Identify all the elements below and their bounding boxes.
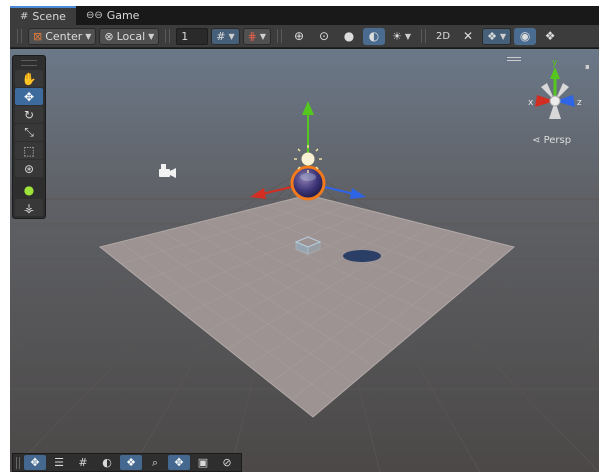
hand-icon: ✋	[21, 71, 37, 86]
scene-canvas[interactable]	[10, 49, 599, 472]
visibility-button[interactable]: ◉	[514, 27, 537, 45]
tool-palette: ✋ ✥ ↻ ⤡ ⬚ ⊛ ● ⚶	[12, 55, 46, 219]
scene-window: # Scene ⊖⊖ Game ⊠ Center ▼ ⊗ Local ▼ 1 #…	[10, 6, 599, 472]
gizmo-y-cone[interactable]	[550, 67, 560, 79]
overlay-compass-button[interactable]: ⊘	[216, 455, 238, 470]
overlay-move-button[interactable]: ✥	[24, 455, 46, 470]
increment-snap-dropdown[interactable]: ⋕ ▼	[242, 27, 272, 45]
projection-toggle[interactable]: ⋖ Persp	[532, 135, 571, 146]
list-icon: ☰	[54, 456, 64, 469]
move-icon: ✥	[30, 456, 40, 469]
transform-tool-button[interactable]: ⊛	[15, 160, 43, 177]
gizmo-z-label: z	[577, 98, 582, 108]
grid-snap-icon: #	[216, 29, 226, 43]
rotate-tool-button[interactable]: ↻	[15, 106, 43, 123]
transform-icon: ⊛	[23, 161, 35, 176]
pivot-space-dropdown[interactable]: ⊗ Local ▼	[99, 27, 160, 45]
tab-bar: # Scene ⊖⊖ Game	[10, 6, 599, 25]
overlay-toolbar: ✥ ☰ # ◐ ❖ ⌕ ✥ ▣ ⊘	[12, 453, 242, 472]
hand-tool-button[interactable]: ✋	[15, 70, 43, 87]
mode-2d-button[interactable]: 2D	[432, 28, 454, 45]
gizmo-x-label: x	[528, 98, 534, 108]
rect-icon: ⬚	[23, 143, 35, 158]
toolbar-grip[interactable]	[17, 29, 22, 43]
grid-snap-dropdown[interactable]: # ▼	[211, 27, 240, 45]
grid-icon: #	[78, 456, 88, 469]
pivot-icon: ⊠	[33, 29, 43, 43]
toolbar-grip[interactable]	[165, 29, 171, 43]
shaded-mode-button[interactable]: ●	[338, 28, 360, 45]
search-icon: ⌕	[151, 455, 159, 469]
lock-icon[interactable]: ▪	[585, 62, 589, 71]
scale-icon: ⤡	[24, 125, 34, 139]
effects-dropdown[interactable]: ❖ ▼	[482, 27, 512, 45]
overlay-scene-view-button[interactable]: ☰	[48, 455, 70, 470]
sphere-highlight	[300, 173, 316, 181]
scene-toolbar: ⊠ Center ▼ ⊗ Local ▼ 1 # ▼ ⋕ ▼ ⊕ ⊙ ● ◐ ☀…	[10, 25, 599, 48]
toolbar-grip[interactable]	[277, 29, 283, 43]
gamepad-icon: ⊖⊖	[85, 10, 103, 21]
tool-palette-grip[interactable]	[21, 60, 37, 66]
move-icon: ✥	[23, 89, 35, 104]
tab-game[interactable]: ⊖⊖ Game	[76, 6, 150, 25]
pivot-mode-label: Center	[45, 29, 83, 43]
overlay-camera-button[interactable]: ▣	[192, 455, 214, 470]
rotate-icon: ↻	[23, 107, 35, 122]
custom-tool-button[interactable]: ●	[15, 181, 43, 198]
scale-tool-button[interactable]: ⤡	[15, 124, 43, 141]
scene-viewport[interactable]: ✋ ✥ ↻ ⤡ ⬚ ⊛ ● ⚶ ▪ y x z ⋖ Persp ✥ ☰ # ◐ …	[10, 49, 599, 472]
tab-game-label: Game	[106, 9, 140, 22]
chevron-down-icon: ▼	[404, 31, 412, 41]
gizmo-y-label: y	[552, 58, 558, 68]
rect-tool-button[interactable]: ⬚	[15, 142, 43, 159]
lighting-dropdown[interactable]: ☀ ▼	[388, 28, 415, 45]
tab-scene-label: Scene	[32, 10, 66, 23]
move-tool-button[interactable]: ✥	[15, 88, 43, 105]
space-icon: ⊗	[104, 29, 114, 43]
chevron-down-icon: ▼	[85, 31, 92, 41]
audio-toggle-button[interactable]: ✕	[457, 28, 479, 45]
grid-size-input[interactable]: 1	[176, 27, 209, 45]
custom-tool-icon: ●	[23, 182, 35, 197]
tab-scene[interactable]: # Scene	[10, 6, 76, 25]
lighting-icon: ☀	[392, 29, 402, 43]
wireframe-mode-button[interactable]: ◐	[363, 27, 386, 45]
overlay-shading-button[interactable]: ◐	[96, 455, 118, 470]
pivot-mode-dropdown[interactable]: ⊠ Center ▼	[28, 27, 97, 45]
shadow-decal[interactable]	[343, 250, 381, 262]
camera-icon: ▣	[197, 456, 209, 469]
persp-arrow-icon: ⋖	[532, 135, 541, 146]
compass-icon: ⊘	[222, 456, 232, 469]
increment-snap-icon: ⋕	[247, 29, 257, 43]
overlay-grid-button[interactable]: #	[72, 455, 94, 470]
grid-icon: #	[20, 11, 29, 22]
persp-label: Persp	[543, 135, 572, 146]
chevron-down-icon: ▼	[259, 31, 267, 41]
gizmo-center[interactable]	[549, 95, 561, 107]
chevron-down-icon: ▼	[148, 31, 155, 41]
transform-icon: ✥	[174, 456, 184, 469]
layers-button[interactable]: ❖	[539, 28, 561, 45]
effects-icon: ❖	[487, 29, 497, 43]
shading-icon: ◐	[102, 456, 112, 469]
bones-tool-button[interactable]: ⚶	[15, 199, 43, 216]
layers-icon: ❖	[126, 456, 136, 469]
toolbar-grip[interactable]	[421, 29, 427, 43]
chevron-down-icon: ▼	[228, 31, 235, 41]
chevron-down-icon: ▼	[499, 31, 507, 41]
bones-icon: ⚶	[23, 200, 35, 215]
overlay-transform-button[interactable]: ✥	[168, 455, 190, 470]
overlay-layers-button[interactable]: ❖	[120, 455, 142, 470]
global-view-button[interactable]: ⊕	[288, 28, 310, 45]
overlay-grip[interactable]	[16, 456, 20, 469]
local-view-button[interactable]: ⊙	[313, 28, 335, 45]
pivot-space-label: Local	[116, 29, 146, 43]
overlay-search-button[interactable]: ⌕	[144, 455, 166, 470]
